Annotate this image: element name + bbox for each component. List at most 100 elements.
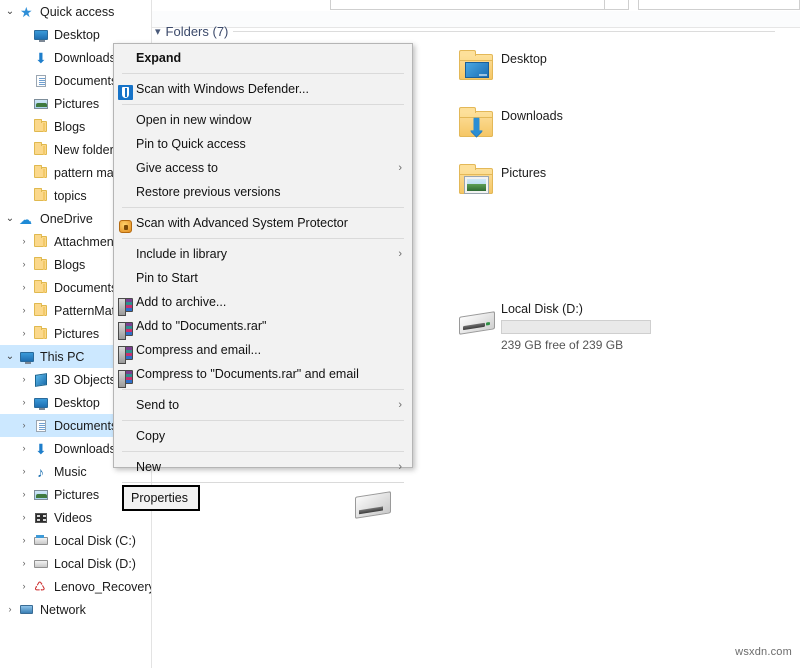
- chevron-right-icon[interactable]: ›: [16, 460, 32, 483]
- watermark-label: wsxdn.com: [735, 646, 792, 658]
- folder-tile-pictures[interactable]: Pictures: [453, 160, 546, 204]
- nav-item-local-disk-d[interactable]: ›Local Disk (D:): [0, 552, 151, 575]
- folder-icon: [32, 142, 50, 158]
- context-menu-item-scan-with-advanced-system-protector[interactable]: Scan with Advanced System Protector: [114, 211, 412, 235]
- chevron-right-icon[interactable]: ›: [16, 368, 32, 391]
- group-header-folders[interactable]: ▾ Folders (7): [155, 24, 775, 39]
- address-bar-dropdown-button[interactable]: [605, 0, 629, 10]
- nav-item-label: Lenovo_Recovery (E:): [54, 580, 151, 594]
- folder-pictures-icon: [453, 160, 501, 204]
- context-menu-item-copy[interactable]: Copy: [114, 424, 412, 448]
- network-icon: [18, 602, 36, 618]
- nav-item-label: Documents: [54, 419, 117, 433]
- context-menu-item-include-in-library[interactable]: Include in library›: [114, 242, 412, 266]
- context-menu-item-label: Compress and email...: [136, 343, 261, 357]
- chevron-placeholder-icon: ›: [16, 184, 32, 207]
- video-icon: [32, 510, 50, 526]
- folder-downloads-icon: ⬇: [453, 103, 501, 147]
- chevron-right-icon[interactable]: ›: [16, 276, 32, 299]
- context-menu-item-give-access-to[interactable]: Give access to›: [114, 156, 412, 180]
- context-menu-item-restore-previous-versions[interactable]: Restore previous versions: [114, 180, 412, 204]
- folder-tile-downloads[interactable]: ⬇ Downloads: [453, 103, 563, 147]
- folder-tile-label: Desktop: [501, 46, 547, 66]
- chevron-right-icon[interactable]: ›: [16, 552, 32, 575]
- cloud-icon: ☁: [18, 211, 36, 227]
- context-menu-separator: [122, 73, 404, 74]
- chevron-right-icon[interactable]: ›: [16, 391, 32, 414]
- context-menu-separator: [122, 420, 404, 421]
- chevron-right-icon[interactable]: ›: [16, 529, 32, 552]
- context-menu-separator: [122, 238, 404, 239]
- nav-item-label: Pictures: [54, 488, 99, 502]
- chevron-placeholder-icon: ›: [16, 23, 32, 46]
- file-explorer-window: ⌄★Quick access›Desktop›⬇Downloads›Docume…: [0, 0, 800, 668]
- nav-item-network[interactable]: ›Network: [0, 598, 151, 621]
- context-menu-item-open-in-new-window[interactable]: Open in new window: [114, 108, 412, 132]
- chevron-right-icon: ›: [398, 393, 402, 417]
- chevron-right-icon[interactable]: ›: [16, 230, 32, 253]
- hard-drive-icon: [453, 300, 501, 344]
- context-menu-item-compress-to-documents-rar-and-email[interactable]: Compress to "Documents.rar" and email: [114, 362, 412, 386]
- chevron-right-icon[interactable]: ›: [16, 253, 32, 276]
- folder-icon: [32, 257, 50, 273]
- chevron-right-icon[interactable]: ›: [2, 598, 18, 621]
- nav-item-quick-access[interactable]: ⌄★Quick access: [0, 0, 151, 23]
- monitor-icon: [32, 395, 50, 411]
- context-menu-item-pin-to-start[interactable]: Pin to Start: [114, 266, 412, 290]
- folder-tile-desktop[interactable]: Desktop: [453, 46, 547, 90]
- context-menu-item-label: Add to "Documents.rar": [136, 319, 266, 333]
- nav-item-local-disk-c[interactable]: ›Local Disk (C:): [0, 529, 151, 552]
- context-menu-item-label: Properties: [131, 491, 188, 505]
- search-input[interactable]: [638, 0, 800, 10]
- chevron-right-icon[interactable]: ›: [16, 414, 32, 437]
- context-menu-item-compress-and-email[interactable]: Compress and email...: [114, 338, 412, 362]
- chevron-placeholder-icon: ›: [16, 92, 32, 115]
- chevron-right-icon[interactable]: ›: [16, 483, 32, 506]
- nav-item-label: Blogs: [54, 258, 85, 272]
- context-menu-item-label: Add to archive...: [136, 295, 226, 309]
- context-menu-item-label: Give access to: [136, 161, 218, 175]
- chevron-down-icon[interactable]: ⌄: [2, 207, 18, 230]
- context-menu-item-send-to[interactable]: Send to›: [114, 393, 412, 417]
- music-icon: ♪: [32, 464, 50, 480]
- address-bar[interactable]: [330, 0, 605, 10]
- context-menu-item-new[interactable]: New›: [114, 455, 412, 479]
- context-menu-separator: [122, 207, 404, 208]
- nav-item-label: New folder: [54, 143, 114, 157]
- download-icon: ⬇: [32, 50, 50, 66]
- context-menu-item-label: Copy: [136, 429, 165, 443]
- context-menu-item-scan-with-windows-defender[interactable]: Scan with Windows Defender...: [114, 77, 412, 101]
- download-icon: ⬇: [32, 441, 50, 457]
- context-menu[interactable]: Expand Scan with Windows Defender... Open …: [113, 43, 413, 468]
- chevron-down-icon[interactable]: ⌄: [2, 345, 18, 368]
- context-menu-list[interactable]: Expand Scan with Windows Defender... Open …: [114, 46, 412, 510]
- picture-icon: [32, 487, 50, 503]
- recovery-drive-icon: ♺: [32, 579, 50, 595]
- chevron-right-icon[interactable]: ›: [16, 299, 32, 322]
- folder-icon: [32, 303, 50, 319]
- context-menu-item-pin-to-quick-access[interactable]: Pin to Quick access: [114, 132, 412, 156]
- context-menu-item-add-to-archive[interactable]: Add to archive...: [114, 290, 412, 314]
- context-menu-item-add-to-documents-rar[interactable]: Add to "Documents.rar": [114, 314, 412, 338]
- context-menu-separator: [122, 451, 404, 452]
- winrar-icon: [116, 342, 132, 358]
- folder-desktop-icon: [453, 46, 501, 90]
- drive-tile-local-disk-d[interactable]: Local Disk (D:) 239 GB free of 239 GB: [453, 300, 651, 352]
- context-menu-item-expand[interactable]: Expand: [114, 46, 412, 70]
- winrar-icon: [116, 318, 132, 334]
- folder-icon: [32, 165, 50, 181]
- context-menu-item-label: Expand: [136, 51, 181, 65]
- context-menu-item-properties[interactable]: Properties: [123, 486, 199, 510]
- nav-item-label: Desktop: [54, 396, 100, 410]
- chevron-down-icon[interactable]: ⌄: [2, 0, 18, 23]
- context-menu-item-label: Compress to "Documents.rar" and email: [136, 367, 359, 381]
- context-menu-separator: [122, 482, 404, 483]
- chevron-right-icon[interactable]: ›: [16, 575, 32, 598]
- folder-icon: [32, 280, 50, 296]
- chevron-right-icon[interactable]: ›: [16, 506, 32, 529]
- nav-item-lenovo-recovery-e[interactable]: ›♺ Lenovo_Recovery (E:): [0, 575, 151, 598]
- group-rule: [233, 31, 775, 32]
- folder-tile-label: Downloads: [501, 103, 563, 123]
- chevron-right-icon[interactable]: ›: [16, 322, 32, 345]
- chevron-right-icon[interactable]: ›: [16, 437, 32, 460]
